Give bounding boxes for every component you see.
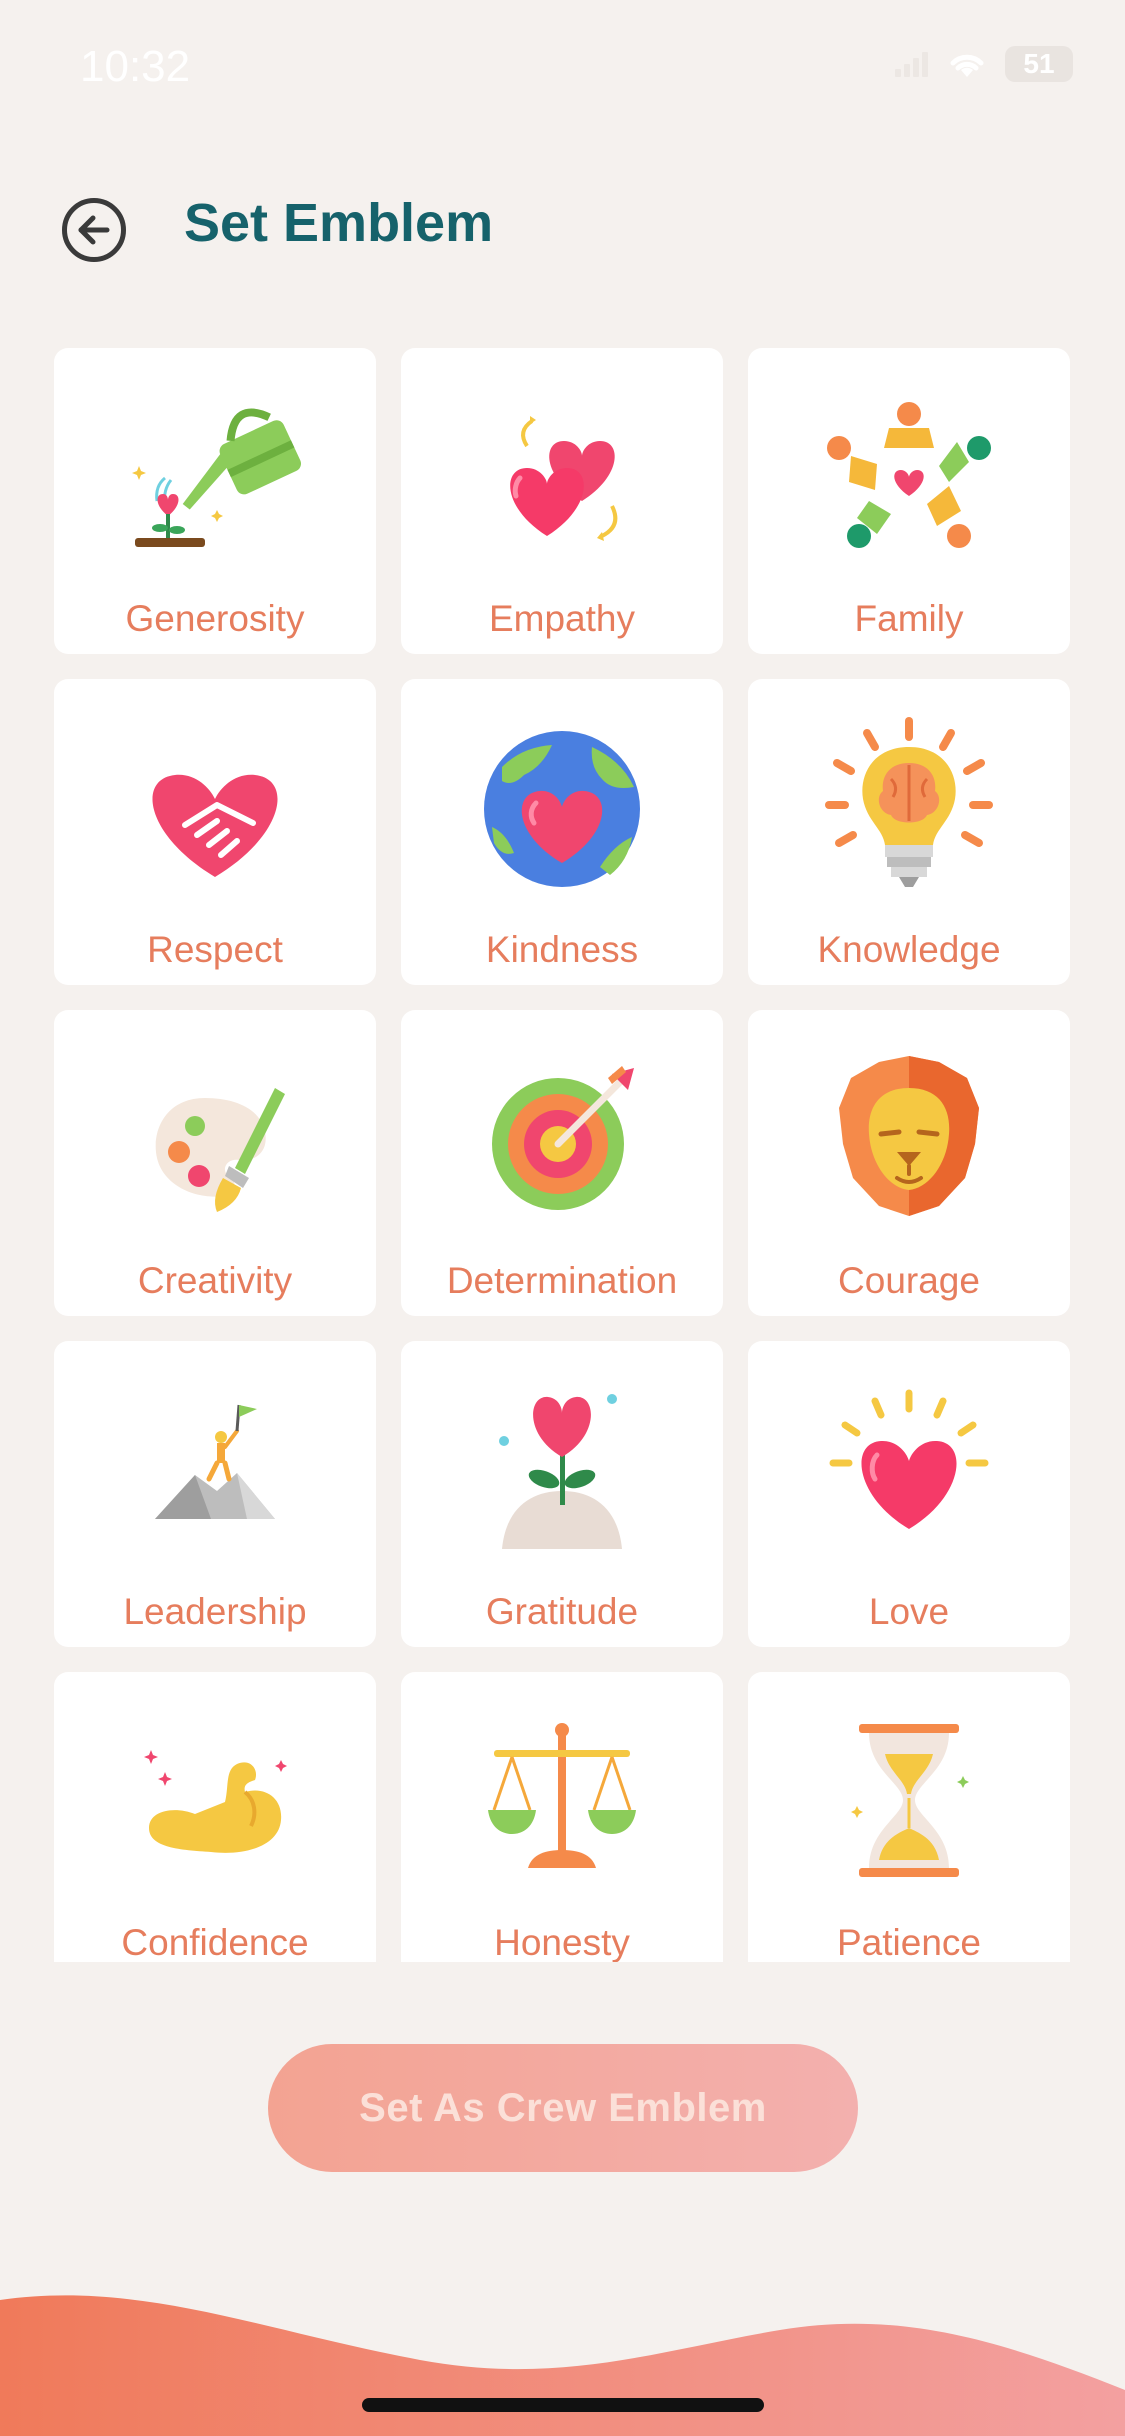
- emblem-tile-love[interactable]: Love: [748, 1341, 1070, 1647]
- lightbulb-brain-icon: [819, 717, 999, 897]
- emblem-tile-courage[interactable]: Courage: [748, 1010, 1070, 1316]
- page-title: Set Emblem: [184, 193, 494, 253]
- mountain-flag-icon: [125, 1379, 305, 1559]
- emblem-tile-family[interactable]: Family: [748, 348, 1070, 654]
- flexed-arm-icon: [125, 1710, 305, 1890]
- emblem-tile-honesty[interactable]: Honesty: [401, 1672, 723, 1962]
- emblem-label: Confidence: [121, 1922, 309, 1962]
- emblem-tile-confidence[interactable]: Confidence: [54, 1672, 376, 1962]
- emblem-label: Love: [868, 1591, 950, 1632]
- emblem-label: Courage: [838, 1260, 980, 1301]
- arrow-left-icon: [78, 215, 110, 245]
- emblem-label: Patience: [837, 1922, 981, 1962]
- emblem-tile-generosity[interactable]: Generosity: [54, 348, 376, 654]
- palette-brush-icon: [125, 1048, 305, 1228]
- set-crew-emblem-button[interactable]: Set As Crew Emblem: [268, 2044, 858, 2172]
- header: Set Emblem: [0, 180, 1125, 280]
- emblem-grid-scroll[interactable]: Generosity Empathy Family Respect Kindne…: [54, 348, 1070, 1962]
- emblem-tile-kindness[interactable]: Kindness: [401, 679, 723, 985]
- battery-indicator: 51: [1005, 46, 1073, 82]
- emblem-label: Empathy: [488, 598, 635, 639]
- emblem-label: Knowledge: [817, 929, 1001, 970]
- wifi-icon: [950, 54, 984, 77]
- emblem-tile-determination[interactable]: Determination: [401, 1010, 723, 1316]
- decorative-wave: [0, 2295, 1125, 2436]
- two-hearts-icon: [472, 386, 652, 566]
- emblem-tile-gratitude[interactable]: Gratitude: [401, 1341, 723, 1647]
- shining-heart-icon: [819, 1379, 999, 1559]
- watering-can-heart-icon: [125, 386, 305, 566]
- emblem-tile-creativity[interactable]: Creativity: [54, 1010, 376, 1316]
- emblem-label: Kindness: [485, 929, 639, 970]
- globe-heart-icon: [472, 717, 652, 897]
- lion-icon: [819, 1048, 999, 1228]
- emblem-label: Gratitude: [485, 1591, 639, 1632]
- emblem-label: Creativity: [137, 1260, 293, 1301]
- emblem-label: Family: [854, 598, 964, 639]
- status-icons: 51: [895, 46, 1073, 82]
- emblem-label: Honesty: [494, 1922, 630, 1962]
- status-bar: 10:32 51: [0, 0, 1125, 140]
- emblem-label: Generosity: [125, 598, 305, 639]
- target-arrow-icon: [472, 1048, 652, 1228]
- emblem-tile-respect[interactable]: Respect: [54, 679, 376, 985]
- emblem-grid: Generosity Empathy Family Respect Kindne…: [54, 348, 1070, 1962]
- emblem-tile-leadership[interactable]: Leadership: [54, 1341, 376, 1647]
- status-time: 10:32: [80, 42, 191, 91]
- heart-plant-icon: [472, 1379, 652, 1559]
- home-indicator[interactable]: [362, 2398, 764, 2412]
- signal-icon: [895, 52, 928, 77]
- people-circle-heart-icon: [819, 386, 999, 566]
- hourglass-icon: [819, 1710, 999, 1890]
- emblem-label: Determination: [446, 1260, 678, 1301]
- emblem-tile-knowledge[interactable]: Knowledge: [748, 679, 1070, 985]
- heart-handshake-icon: [125, 717, 305, 897]
- emblem-label: Respect: [147, 929, 283, 970]
- back-button[interactable]: [62, 198, 126, 262]
- emblem-tile-patience[interactable]: Patience: [748, 1672, 1070, 1962]
- emblem-tile-empathy[interactable]: Empathy: [401, 348, 723, 654]
- emblem-label: Leadership: [123, 1591, 307, 1632]
- scales-icon: [472, 1710, 652, 1890]
